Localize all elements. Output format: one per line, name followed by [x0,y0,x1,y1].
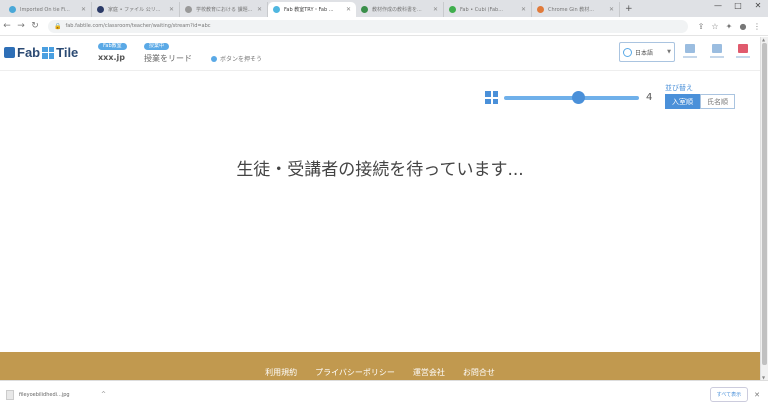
browser-tab[interactable]: Chrome Gin 教材... ✕ [532,2,620,17]
tab-close-icon[interactable]: ✕ [346,6,351,13]
sort-by-name-button[interactable]: 氏名順 [700,94,735,109]
tab-title: Imported On tie Fi... [20,6,70,13]
link-dot-icon [211,55,217,62]
tab-close-icon[interactable]: ✕ [81,6,86,13]
browser-tab[interactable]: Fab 教室TRY・Fab ... ✕ [268,2,356,17]
header-link-label: ボタンを押そう [220,56,263,63]
footer-link-contact[interactable]: お問合せ [463,367,495,378]
logo-text-right: Tile [56,45,79,60]
tab-title: Chrome Gin 教材... [548,7,594,13]
user-icon[interactable] [709,44,725,62]
window-controls: — □ ✕ [708,0,768,14]
tab-list: Imported On tie Fi... ✕ 家庭 • ファイル 公リ... ✕ 学校… [4,0,620,17]
browser-tab-strip: Imported On tie Fi... ✕ 家庭 • ファイル 公リ... ✕ 学校… [0,0,768,17]
file-icon [6,389,14,400]
browser-tab[interactable]: Imported On tie Fi... ✕ [4,2,92,17]
page-footer: 利用規約 プライバシーポリシー 運営会社 お問合せ [0,352,760,380]
footer-link-terms[interactable]: 利用規約 [265,367,297,378]
tab-favicon-icon [97,6,104,13]
logo-text-left: Fab [17,45,41,60]
header-item-classroom[interactable]: Fab教室 xxx.jp [98,43,127,62]
show-all-downloads-button[interactable]: すべて表示 [709,387,749,402]
scroll-up-icon[interactable]: ▲ [762,37,765,42]
browser-toolbar: ← → ↻ 🔒 fab.fabtile.com/classroom/teache… [0,17,768,36]
sort-by-entry-button[interactable]: 入室順 [665,94,700,109]
download-item[interactable]: fileyoebilidhedi...jpg ^ [6,389,106,400]
language-label: 日本語 [635,49,654,57]
classroom-name: xxx.jp [98,53,125,62]
screen-share-icon[interactable] [682,44,698,62]
classroom-badge: Fab教室 [98,43,127,50]
logo-mark-icon [4,47,15,58]
waiting-message: 生徒・受講者の接続を待っています... [236,160,524,180]
bookmark-star-icon[interactable]: ☆ [708,22,722,31]
url-text: fab.fabtile.com/classroom/teacher/waitin… [65,23,211,29]
tab-favicon-icon [9,6,16,13]
tab-close-icon[interactable]: ✕ [257,6,262,13]
language-select[interactable]: 日本語 ▼ [619,42,675,62]
footer-link-privacy[interactable]: プライバシーポリシー [315,367,395,378]
tab-close-icon[interactable]: ✕ [433,6,438,13]
menu-kebab-icon[interactable]: ⋮ [750,22,764,31]
minimize-button[interactable]: — [708,0,728,14]
browser-tab[interactable]: Fab • Cubi (Fab... ✕ [444,2,532,17]
forward-icon[interactable]: → [14,21,28,31]
app-header: Fab Tile Fab教室 xxx.jp 授業中 授業をリード ボタンを押そう… [0,37,760,71]
page-scrollbar[interactable]: ▲ ▼ [760,37,768,380]
tab-favicon-icon [273,6,280,13]
close-download-bar-icon[interactable]: ✕ [754,391,760,399]
tab-favicon-icon [537,6,544,13]
tab-favicon-icon [361,6,368,13]
slider-knob[interactable] [571,91,585,104]
toolbar-icons: ⇪ ☆ ✦ ● ⋮ [694,22,768,31]
tab-close-icon[interactable]: ✕ [169,6,174,13]
address-bar[interactable]: 🔒 fab.fabtile.com/classroom/teacher/wait… [48,19,688,33]
chevron-down-icon: ▼ [667,49,671,55]
exit-icon[interactable] [735,44,751,62]
tab-title: 家庭 • ファイル 公リ... [108,7,161,13]
header-link[interactable]: ボタンを押そう [211,54,262,63]
profile-icon[interactable]: ● [736,22,750,31]
footer-link-company[interactable]: 運営会社 [413,367,445,378]
download-file-name: fileyoebilidhedi...jpg [19,391,70,398]
browser-tab[interactable]: 家庭 • ファイル 公リ... ✕ [92,2,180,17]
reload-icon[interactable]: ↻ [28,21,42,31]
tab-title: Fab • Cubi (Fab... [460,6,503,13]
tab-close-icon[interactable]: ✕ [609,6,614,13]
fabtile-logo[interactable]: Fab Tile [4,45,78,60]
lesson-text: 授業をリード [144,54,192,63]
globe-icon [623,47,632,57]
new-tab-button[interactable]: + [625,2,633,17]
student-count: 4 [646,92,653,103]
logo-grid-icon [42,46,55,59]
maximize-button[interactable]: □ [728,0,748,14]
close-window-button[interactable]: ✕ [748,0,768,14]
lesson-badge: 授業中 [144,43,170,50]
browser-tab[interactable]: 学校教育における 課題... ✕ [180,2,268,17]
chevron-up-icon[interactable]: ^ [101,391,106,398]
lock-icon: 🔒 [54,22,62,30]
tab-close-icon[interactable]: ✕ [521,6,526,13]
back-icon[interactable]: ← [0,21,14,31]
tab-title: 学校教育における 課題... [196,7,253,13]
extensions-icon[interactable]: ✦ [722,22,736,31]
header-item-lesson[interactable]: 授業中 授業をリード [144,43,192,64]
tile-size-slider[interactable] [504,91,639,104]
download-bar: fileyoebilidhedi...jpg ^ すべて表示 ✕ [0,380,768,408]
grid-view-icon[interactable] [485,91,498,104]
scrollbar-thumb[interactable] [762,43,767,365]
tab-favicon-icon [449,6,456,13]
browser-tab[interactable]: 教材作成の教科書を... ✕ [356,2,444,17]
tab-favicon-icon [185,6,192,13]
tab-title: Fab 教室TRY・Fab ... [284,7,334,13]
sort-label: 並び替え [665,84,693,92]
share-icon[interactable]: ⇪ [694,22,708,31]
sort-toggle: 入室順 氏名順 [665,94,735,109]
tab-title: 教材作成の教科書を... [372,7,422,13]
